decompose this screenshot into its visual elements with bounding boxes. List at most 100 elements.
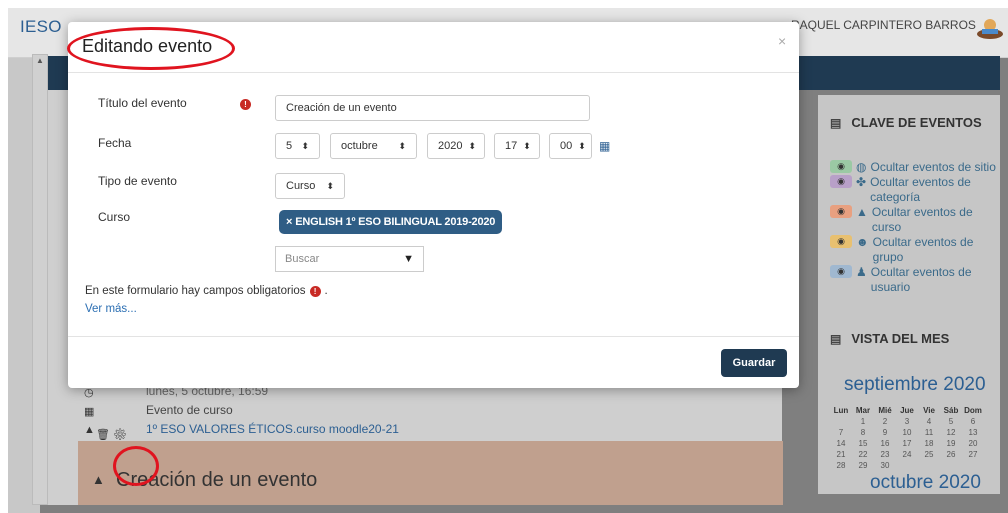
month-block-header: ▤ VISTA DEL MES — [818, 295, 1000, 346]
updown-icon: ⬍ — [398, 140, 406, 151]
updown-icon: ⬍ — [523, 140, 531, 151]
calendar-icon: ▦ — [84, 406, 95, 418]
weekday-header: Vie — [923, 406, 935, 415]
gear-icon[interactable]: ⚙ — [113, 429, 127, 441]
calendar-grid: Lun Mar Mié Jue Vie Sáb Dom 1 2 3 4 5 6 7 8 9 10 11 12 13 14… — [818, 396, 1000, 470]
updown-icon: ⬍ — [326, 180, 334, 191]
calendar-day[interactable]: 13 — [962, 428, 984, 437]
weekday-header: Mié — [878, 406, 892, 415]
calendar-day[interactable]: 29 — [852, 461, 874, 470]
legend-item-course[interactable]: ◉ ▲ Ocultar eventos de curso — [830, 205, 1000, 235]
minute-select[interactable]: 00 ⬍ — [549, 133, 592, 159]
eye-icon: ◉ — [830, 175, 852, 188]
calendar-day[interactable]: 23 — [874, 450, 896, 459]
close-icon[interactable]: × — [778, 33, 786, 49]
calendar-day[interactable]: 20 — [962, 439, 984, 448]
weekday-header: Sáb — [943, 406, 959, 415]
save-button[interactable]: Guardar — [721, 349, 787, 377]
calendar-day[interactable]: 11 — [918, 428, 940, 437]
legend-label: Ocultar eventos de usuario — [870, 265, 972, 294]
course-chip[interactable]: × ENGLISH 1º ESO BILINGUAL 2019-2020 — [279, 210, 503, 234]
calendar-day[interactable]: 4 — [918, 417, 940, 426]
year-select[interactable]: 2020 ⬍ — [427, 133, 485, 159]
calendar-day[interactable]: 28 — [830, 461, 852, 470]
calendar-day[interactable]: 22 — [852, 450, 874, 459]
day-select[interactable]: 5 ⬍ — [275, 133, 320, 159]
legend-item-site[interactable]: ◉ ◍ Ocultar eventos de sitio — [830, 160, 1000, 175]
edit-event-modal: Editando evento × Título del evento ! Cr… — [68, 22, 799, 388]
calendar-day — [830, 417, 852, 426]
calendar-day — [896, 461, 918, 470]
course-label: Curso — [98, 210, 131, 224]
calendar-day[interactable]: 26 — [940, 450, 962, 459]
calendar-day[interactable]: 21 — [830, 450, 852, 459]
calendar-day[interactable]: 16 — [874, 439, 896, 448]
updown-icon: ⬍ — [301, 140, 309, 151]
calendar-day[interactable]: 7 — [830, 428, 852, 437]
calendar-day[interactable]: 27 — [962, 450, 984, 459]
legend-label: Ocultar eventos de sitio — [870, 160, 996, 174]
hour-select[interactable]: 17 ⬍ — [494, 133, 540, 159]
eye-icon: ◉ — [830, 235, 852, 248]
course-search-select[interactable]: Buscar ▼ — [275, 246, 424, 272]
required-note: En este formulario hay campos obligatori… — [85, 285, 328, 297]
course-chip-label: ENGLISH 1º ESO BILINGUAL 2019-2020 — [295, 216, 496, 228]
calendar-next-month-title[interactable]: octubre 2020 — [818, 470, 1000, 494]
event-type-select[interactable]: Curso ⬍ — [275, 173, 345, 199]
calendar-day[interactable]: 6 — [962, 417, 984, 426]
weekday-header: Lun — [833, 406, 849, 415]
scroll-up-icon[interactable]: ▲ — [36, 56, 44, 65]
table-icon: ▤ — [830, 115, 842, 130]
calendar-day[interactable]: 24 — [896, 450, 918, 459]
globe-icon: ◍ — [856, 160, 867, 174]
search-placeholder: Buscar — [285, 253, 320, 265]
calendar-day[interactable]: 3 — [896, 417, 918, 426]
calendar-day[interactable]: 30 — [874, 461, 896, 470]
calendar-day[interactable]: 9 — [874, 428, 896, 437]
event-course-link[interactable]: 1º ESO VALORES ÉTICOS.curso moodle20-21 — [146, 422, 399, 436]
legend-title: CLAVE DE EVENTOS — [851, 115, 982, 130]
calendar-day[interactable]: 14 — [830, 439, 852, 448]
users-icon: ☻ — [856, 235, 869, 249]
weekday-header: Mar — [855, 406, 871, 415]
see-more-link[interactable]: Ver más... — [85, 303, 137, 315]
calendar-day[interactable]: 5 — [940, 417, 962, 426]
calendar-day[interactable]: 18 — [918, 439, 940, 448]
legend-label: Ocultar eventos de grupo — [872, 235, 974, 264]
event-actions: 🗑 ⚙ — [96, 428, 127, 441]
user-name[interactable]: RAQUEL CARPINTERO BARROS — [791, 18, 976, 32]
calendar-day[interactable]: 8 — [852, 428, 874, 437]
calendar-day[interactable]: 1 — [852, 417, 874, 426]
annotation-circle-gear — [113, 446, 159, 486]
calendar-day[interactable]: 25 — [918, 450, 940, 459]
eye-icon: ◉ — [830, 160, 852, 173]
calendar-icon[interactable]: ▦ — [599, 139, 610, 153]
avatar[interactable] — [976, 16, 1004, 40]
legend-item-group[interactable]: ◉ ☻ Ocultar eventos de grupo — [830, 235, 1000, 265]
day-value: 5 — [286, 140, 293, 152]
weekday-header: Dom — [964, 406, 982, 415]
chip-remove-icon[interactable]: × — [286, 216, 292, 228]
page-scrollbar[interactable] — [32, 54, 48, 505]
calendar-day[interactable]: 19 — [940, 439, 962, 448]
legend-item-user[interactable]: ◉ ♟ Ocultar eventos de usuario — [830, 265, 1000, 295]
graduation-cap-icon: ▲ — [84, 424, 95, 436]
calendar-day[interactable]: 17 — [896, 439, 918, 448]
event-legend: ◉ ◍ Ocultar eventos de sitio ◉ ✤ Ocultar… — [818, 130, 1000, 295]
month-select[interactable]: octubre ⬍ — [330, 133, 417, 159]
calendar-day[interactable]: 10 — [896, 428, 918, 437]
required-icon: ! — [309, 285, 321, 297]
calendar-day — [918, 461, 940, 470]
updown-icon: ⬍ — [468, 140, 477, 151]
site-brand[interactable]: IESO — [20, 17, 62, 37]
calendar-day[interactable]: 12 — [940, 428, 962, 437]
calendar-month-title[interactable]: septiembre 2020 — [818, 346, 1000, 396]
calendar-day[interactable]: 15 — [852, 439, 874, 448]
event-title-input[interactable]: Creación de un evento — [275, 95, 590, 121]
legend-item-category[interactable]: ◉ ✤ Ocultar eventos de categoría — [830, 175, 1000, 205]
date-label: Fecha — [98, 136, 132, 150]
calendar-day[interactable]: 2 — [874, 417, 896, 426]
trash-icon[interactable]: 🗑 — [96, 429, 110, 441]
eye-icon: ◉ — [830, 205, 852, 218]
title-label: Título del evento — [98, 96, 187, 110]
